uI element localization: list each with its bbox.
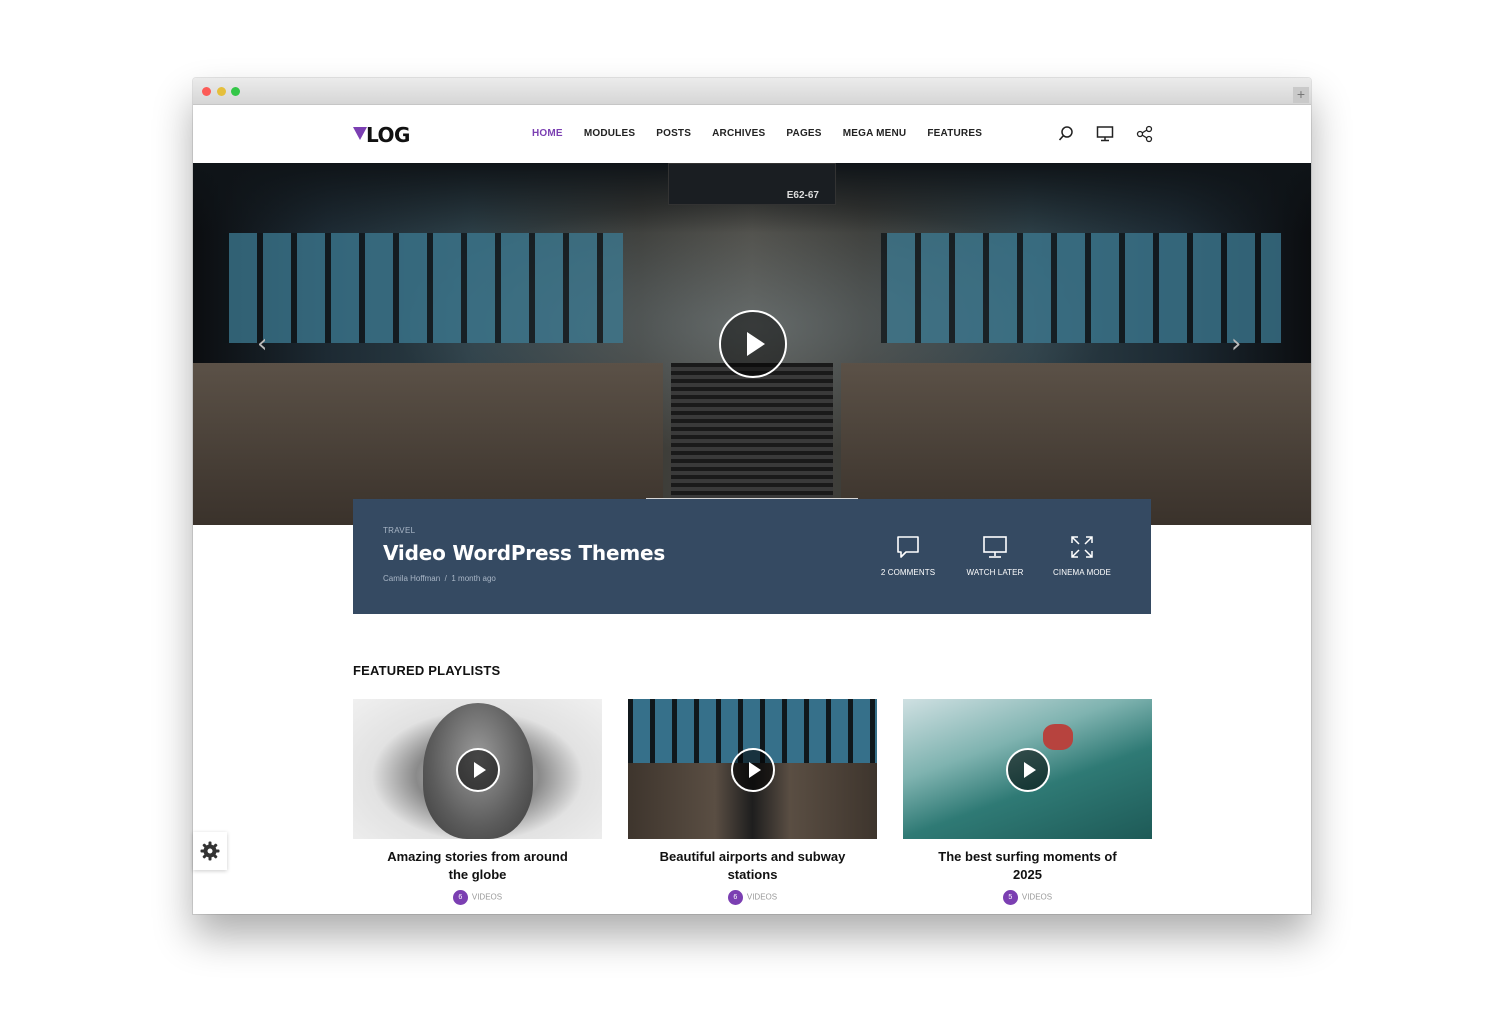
nav-item-pages[interactable]: PAGES: [786, 128, 821, 139]
hero-window-left: [223, 233, 623, 343]
section-title: FEATURED PLAYLISTS: [353, 663, 501, 678]
monitor-icon: [983, 536, 1007, 558]
slider-next-icon[interactable]: ›: [1231, 331, 1241, 357]
video-count-label: VIDEOS: [746, 892, 778, 902]
playlist-meta: 6 VIDEOS: [628, 890, 877, 905]
new-tab-icon[interactable]: +: [1293, 87, 1309, 103]
search-icon[interactable]: [1057, 125, 1075, 143]
playlist-title[interactable]: Beautiful airports and subway stations: [653, 848, 853, 884]
playlist-meta: 6 VIDEOS: [353, 890, 602, 905]
post-meta: Camila Hoffman / 1 month ago: [383, 574, 496, 583]
nav-item-home[interactable]: HOME: [532, 128, 563, 139]
expand-icon: [1071, 536, 1093, 558]
main-nav: HOME MODULES POSTS ARCHIVES PAGES MEGA M…: [532, 128, 1003, 139]
playlist-title[interactable]: Amazing stories from around the globe: [378, 848, 578, 884]
watch-later-label: WATCH LATER: [966, 568, 1024, 577]
play-button[interactable]: [1006, 748, 1050, 792]
monitor-icon[interactable]: [1096, 125, 1114, 143]
logo-text: LOG: [366, 123, 410, 147]
comments-label: 2 COMMENTS: [880, 568, 936, 577]
gate-sign-text: E62-67: [786, 190, 819, 201]
maximize-window-button[interactable]: [231, 87, 240, 96]
video-count-badge: 6: [452, 890, 468, 905]
close-window-button[interactable]: [202, 87, 211, 96]
slider-prev-icon[interactable]: ‹: [257, 331, 267, 357]
video-count-label: VIDEOS: [1021, 892, 1053, 902]
cinema-mode-label: CINEMA MODE: [1053, 568, 1111, 577]
hero-gate-sign: E62-67: [668, 163, 836, 205]
post-title[interactable]: Video WordPress Themes: [383, 541, 665, 565]
playlist-meta: 5 VIDEOS: [903, 890, 1152, 905]
hero-play-button[interactable]: [719, 310, 787, 378]
site-header: LOG HOME MODULES POSTS ARCHIVES PAGES ME…: [193, 105, 1311, 163]
play-button[interactable]: [456, 748, 500, 792]
playlist-thumbnail[interactable]: [353, 699, 602, 839]
hero-video[interactable]: E62-67 ‹ ›: [193, 163, 1311, 525]
playlist-title[interactable]: The best surfing moments of 2025: [928, 848, 1128, 884]
meta-separator: /: [444, 574, 447, 583]
comment-icon: [897, 536, 919, 558]
playlist-card[interactable]: Amazing stories from around the globe 6V…: [353, 699, 602, 905]
video-count-label: VIDEOS: [471, 892, 503, 902]
browser-window: + LOG HOME MODULES POSTS ARCHIVES PAGES …: [193, 78, 1311, 914]
playlist-card[interactable]: The best surfing moments of 2025 5 VIDEOS: [903, 699, 1152, 905]
playlist-thumbnail[interactable]: [903, 699, 1152, 839]
nav-item-modules[interactable]: MODULES: [584, 128, 635, 139]
playlist-card[interactable]: Beautiful airports and subway stations 6…: [628, 699, 877, 905]
logo-triangle-icon: [353, 127, 367, 140]
playlist-thumbnail[interactable]: [628, 699, 877, 839]
comments-button[interactable]: 2 COMMENTS: [868, 534, 948, 577]
nav-item-features[interactable]: FEATURES: [927, 128, 982, 139]
nav-item-posts[interactable]: POSTS: [656, 128, 691, 139]
hero-info-bar: TRAVEL Video WordPress Themes Camila Hof…: [353, 499, 1151, 614]
cinema-mode-button[interactable]: CINEMA MODE: [1042, 534, 1122, 577]
share-icon[interactable]: [1136, 125, 1154, 143]
window-titlebar: +: [193, 78, 1311, 105]
nav-item-mega-menu[interactable]: MEGA MENU: [843, 128, 907, 139]
hero-window-right: [881, 233, 1281, 343]
post-author[interactable]: Camila Hoffman: [383, 574, 440, 583]
play-button[interactable]: [731, 748, 775, 792]
nav-item-archives[interactable]: ARCHIVES: [712, 128, 765, 139]
gear-icon: [200, 841, 220, 861]
minimize-window-button[interactable]: [217, 87, 226, 96]
post-category[interactable]: TRAVEL: [383, 526, 415, 535]
watch-later-button[interactable]: WATCH LATER: [955, 534, 1035, 577]
surfer-image: [1043, 724, 1073, 750]
settings-button[interactable]: [193, 832, 227, 870]
video-count-badge: 6: [727, 890, 743, 905]
post-date: 1 month ago: [451, 574, 496, 583]
video-count-badge: 5: [1002, 890, 1018, 905]
